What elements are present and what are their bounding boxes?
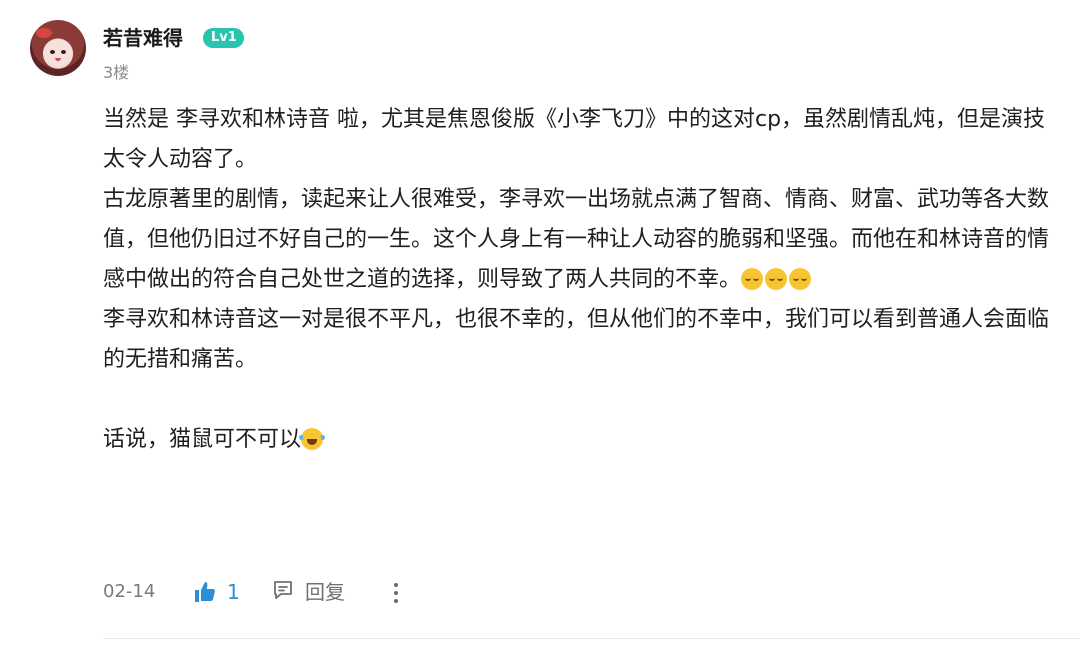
post-date: 02-14: [103, 581, 156, 602]
like-button[interactable]: 1: [193, 578, 240, 606]
paragraph-4-text: 话说，猫鼠可不可以: [103, 427, 302, 452]
avatar-eye-right: [61, 50, 66, 54]
paragraph-2: 古龙原著里的剧情，读起来让人很难受，李寻欢一出场就点满了智商、情商、财富、武功等…: [103, 180, 1063, 300]
comment-footer: 02-14 1 回复: [103, 576, 503, 606]
relieved-face-emoji: [765, 268, 788, 290]
relieved-face-emoji: [741, 268, 764, 290]
divider: [103, 638, 1080, 639]
like-count: 1: [227, 580, 240, 604]
paragraph-1: 当然是 李寻欢和林诗音 啦，尤其是焦恩俊版《小李飞刀》中的这对cp，虽然剧情乱炖…: [103, 107, 1046, 172]
paragraph-2-text: 古龙原著里的剧情，读起来让人很难受，李寻欢一出场就点满了智商、情商、财富、武功等…: [103, 187, 1050, 292]
reply-button[interactable]: 回复: [271, 578, 345, 606]
level-badge: Lv1: [203, 28, 244, 48]
avatar-eye-left: [50, 50, 55, 54]
comment-icon: [271, 578, 295, 606]
reply-label: 回复: [305, 580, 345, 604]
paragraph-4: 话说，猫鼠可不可以: [103, 420, 1063, 460]
comment-post: 若昔难得 Lv1 3楼 当然是 李寻欢和林诗音 啦，尤其是焦恩俊版《小李飞刀》中…: [0, 0, 1080, 647]
avatar[interactable]: [30, 20, 86, 76]
thumbs-up-icon: [193, 580, 217, 604]
floor-number: 3楼: [103, 63, 130, 82]
comment-body: 当然是 李寻欢和林诗音 啦，尤其是焦恩俊版《小李飞刀》中的这对cp，虽然剧情乱炖…: [103, 100, 1063, 460]
relieved-face-emoji: [789, 268, 812, 290]
avatar-face: [44, 40, 72, 66]
more-vertical-icon[interactable]: [388, 580, 404, 604]
author-name[interactable]: 若昔难得: [103, 24, 183, 52]
tears-of-joy-emoji: [299, 428, 326, 450]
avatar-bow: [36, 28, 52, 38]
paragraph-3: 李寻欢和林诗音这一对是很不平凡，也很不幸的，但从他们的不幸中，我们可以看到普通人…: [103, 307, 1050, 372]
